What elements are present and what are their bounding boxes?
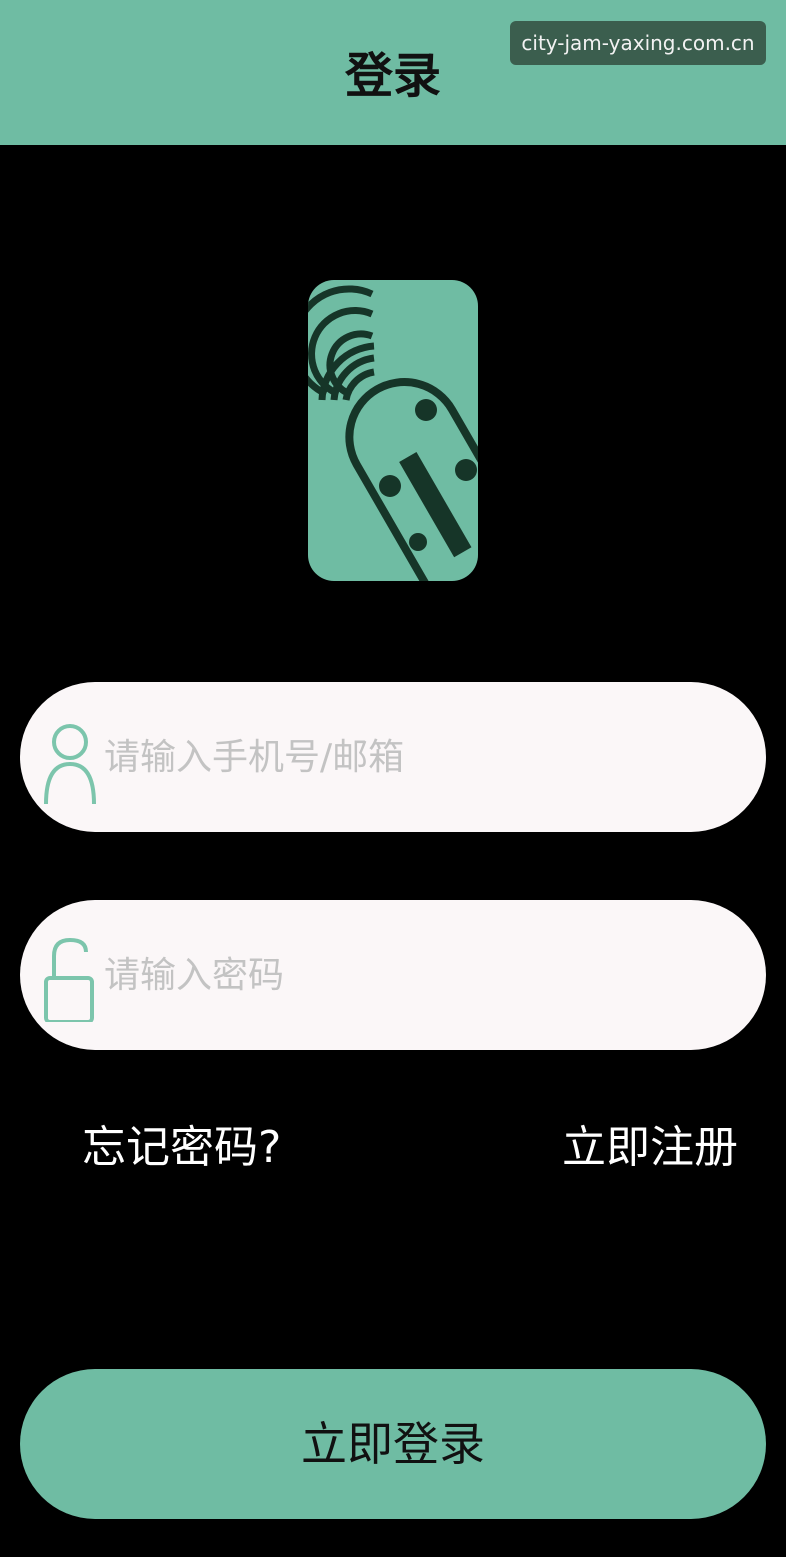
wifi-card-icon	[308, 285, 478, 581]
account-input[interactable]	[104, 722, 724, 792]
app-logo	[308, 280, 478, 581]
unlock-icon	[44, 937, 94, 1022]
register-link[interactable]: 立即注册	[562, 1116, 738, 1180]
password-field[interactable]	[20, 900, 766, 1050]
password-input[interactable]	[104, 940, 724, 1010]
account-field[interactable]	[20, 682, 766, 832]
user-icon	[44, 724, 96, 804]
watermark: city-jam-yaxing.com.cn	[510, 21, 766, 65]
forgot-password-link[interactable]: 忘记密码?	[82, 1116, 281, 1180]
login-button[interactable]: 立即登录	[20, 1369, 766, 1519]
